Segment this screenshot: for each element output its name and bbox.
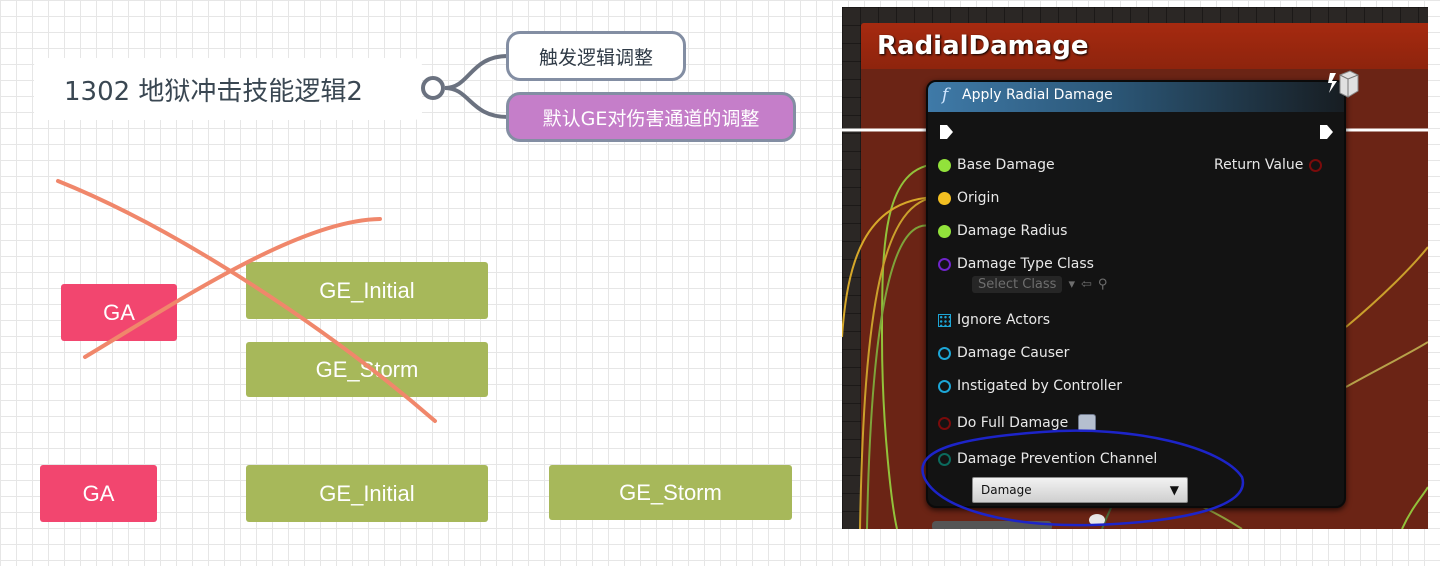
pin-ignore-actors[interactable]: Ignore Actors [938, 312, 1050, 328]
vector-pin-icon [938, 191, 951, 205]
box-label: GE_Storm [315, 356, 419, 382]
exec-out-pin-icon[interactable] [1318, 124, 1334, 140]
node-title: Apply Radial Damage [962, 87, 1113, 103]
arrow-left-icon[interactable]: ⇦ [1081, 277, 1092, 292]
ge-storm-box-bottom[interactable]: GE_Storm [549, 465, 792, 520]
function-icon: f [942, 85, 949, 105]
float-pin-icon [938, 224, 951, 238]
ge-initial-box-top[interactable]: GE_Initial [246, 262, 488, 319]
collapse-toggle-icon[interactable] [421, 76, 445, 100]
subtopic-trigger-logic[interactable]: 触发逻辑调整 [506, 31, 686, 81]
magnifier-icon[interactable]: ⚲ [1098, 277, 1108, 292]
node-header: f Apply Radial Damage [928, 82, 1344, 112]
subtopic-default-ge-channel[interactable]: 默认GE对伤害通道的调整 [506, 92, 796, 142]
box-label: GE_Initial [319, 480, 415, 506]
root-topic-text: 1302 地狱冲击技能逻辑2 [64, 76, 363, 107]
dropdown-arrow-icon: ▼ [1169, 483, 1179, 497]
ga-box-top[interactable]: GA [61, 284, 177, 341]
bool-pin-icon [1309, 158, 1323, 172]
dropdown-arrow-icon: ▾ [1068, 277, 1075, 292]
pin-damage-causer[interactable]: Damage Causer [938, 345, 1069, 361]
ge-initial-box-bottom[interactable]: GE_Initial [246, 465, 488, 522]
box-label: GE_Storm [619, 479, 722, 505]
select-class-picker[interactable]: Select Class ▾ ⇦ ⚲ [972, 276, 1107, 293]
apply-radial-damage-node[interactable]: f Apply Radial Damage Base Damage Return… [926, 80, 1346, 508]
pin-label: Origin [957, 190, 1000, 206]
pin-damage-radius[interactable]: Damage Radius [938, 223, 1067, 239]
subtopic-label: 默认GE对伤害通道的调整 [542, 107, 760, 130]
pin-label: Damage Type Class [957, 256, 1094, 272]
class-pin-icon [938, 257, 951, 271]
array-pin-icon [938, 313, 951, 327]
lightning-cube-icon [1328, 70, 1359, 98]
mindmap-root-topic[interactable]: 1302 地狱冲击技能逻辑2 [34, 58, 422, 120]
float-pin-icon [938, 158, 951, 172]
pin-label: Do Full Damage [957, 415, 1069, 431]
dropdown-value: Damage [981, 483, 1032, 497]
pin-label: Instigated by Controller [957, 378, 1123, 394]
damage-prevention-channel-dropdown[interactable]: Damage ▼ [972, 477, 1188, 503]
subtopic-label: 触发逻辑调整 [538, 46, 653, 69]
pin-do-full-damage[interactable]: Do Full Damage [938, 414, 1097, 432]
object-pin-icon [938, 346, 951, 360]
pin-label: Base Damage [957, 157, 1055, 173]
pin-instigated-by-controller[interactable]: Instigated by Controller [938, 378, 1122, 394]
box-label: GE_Initial [319, 277, 415, 303]
select-class-label: Select Class [972, 276, 1063, 293]
pin-label: Damage Radius [957, 223, 1068, 239]
object-pin-icon [938, 379, 951, 393]
box-label: GA [82, 480, 115, 506]
ge-storm-box-top[interactable]: GE_Storm [246, 342, 488, 397]
pin-origin[interactable]: Origin [938, 190, 999, 206]
pin-return-value[interactable]: Return Value [1214, 157, 1323, 173]
checkbox-icon[interactable] [1078, 414, 1097, 432]
pin-label: Ignore Actors [957, 312, 1051, 328]
exec-in-pin-icon[interactable] [938, 124, 954, 140]
box-label: GA [103, 299, 135, 325]
pin-base-damage[interactable]: Base Damage [938, 157, 1055, 173]
pin-label: Damage Causer [957, 345, 1070, 361]
pin-damage-prevention-channel[interactable]: Damage Prevention Channel [938, 451, 1157, 467]
ga-box-bottom[interactable]: GA [40, 465, 157, 522]
blueprint-screenshot: RadialDamage f Apply Radial Damage Base … [842, 7, 1428, 529]
enum-pin-icon [938, 452, 951, 466]
pin-label: Damage Prevention Channel [957, 451, 1158, 467]
pin-damage-type-class[interactable]: Damage Type Class [938, 256, 1094, 272]
bool-pin-icon [938, 416, 951, 430]
pin-label: Return Value [1214, 157, 1304, 173]
